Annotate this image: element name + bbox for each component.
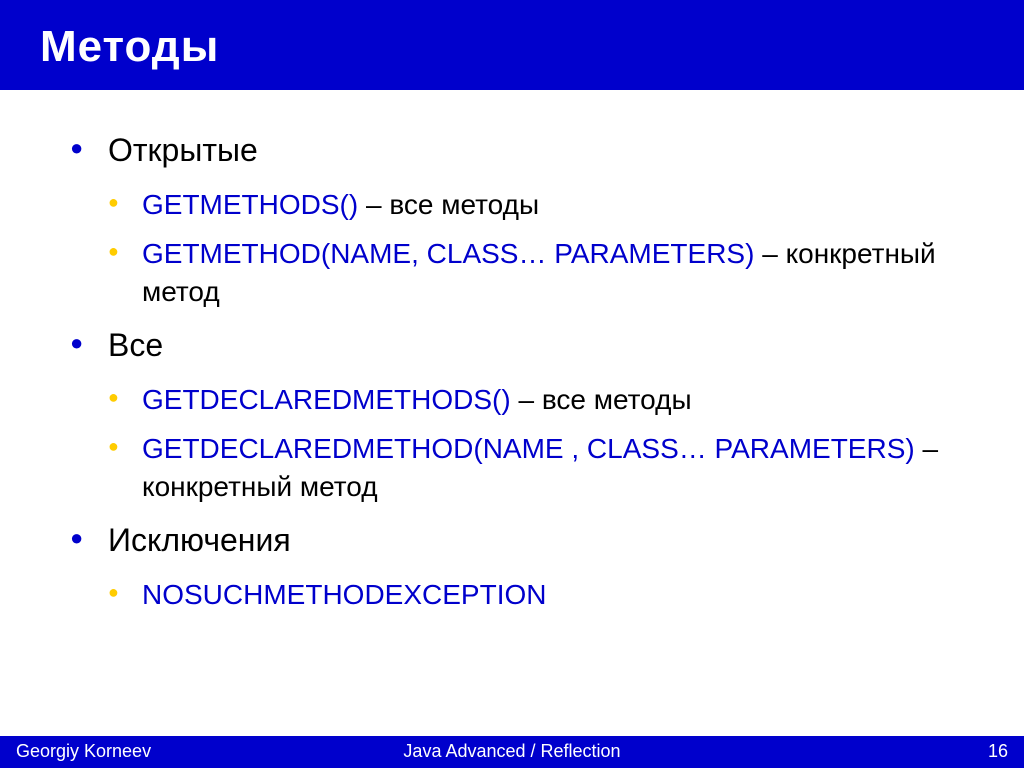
code-text: NoSuchMethodException <box>142 579 546 610</box>
code-text: getDeclaredMethods() <box>142 384 511 415</box>
section-exceptions: Исключения NoSuchMethodException <box>70 520 964 613</box>
sub-list: getMethods() – все методы getMethod(name… <box>108 186 964 311</box>
title-bar: Методы <box>0 0 1024 90</box>
list-item: getMethods() – все методы <box>108 186 964 224</box>
bullet-list: Открытые getMethods() – все методы getMe… <box>70 130 964 613</box>
section-heading: Все <box>108 327 163 363</box>
section-heading: Исключения <box>108 522 291 558</box>
desc-text: – все методы <box>511 384 692 415</box>
desc-text: – все методы <box>358 189 539 220</box>
sub-list: getDeclaredMethods() – все методы getDec… <box>108 381 964 506</box>
list-item: getDeclaredMethod(name , Class… paramete… <box>108 430 964 506</box>
footer-course: Java Advanced / Reflection <box>403 741 620 762</box>
footer: Georgiy Korneev Java Advanced / Reflecti… <box>0 736 1024 768</box>
code-text: getDeclaredMethod(name , Class… paramete… <box>142 433 915 464</box>
section-public: Открытые getMethods() – все методы getMe… <box>70 130 964 311</box>
list-item: getDeclaredMethods() – все методы <box>108 381 964 419</box>
code-text: getMethod(name, Class… parameters) <box>142 238 754 269</box>
slide: Методы Открытые getMethods() – все метод… <box>0 0 1024 768</box>
slide-content: Открытые getMethods() – все методы getMe… <box>0 90 1024 736</box>
code-text: getMethods() <box>142 189 358 220</box>
slide-title: Методы <box>40 22 984 72</box>
section-all: Все getDeclaredMethods() – все методы ge… <box>70 325 964 506</box>
section-heading: Открытые <box>108 132 258 168</box>
list-item: getMethod(name, Class… parameters) – кон… <box>108 235 964 311</box>
list-item: NoSuchMethodException <box>108 576 964 614</box>
footer-page: 16 <box>988 741 1008 762</box>
sub-list: NoSuchMethodException <box>108 576 964 614</box>
footer-author: Georgiy Korneev <box>16 741 151 762</box>
